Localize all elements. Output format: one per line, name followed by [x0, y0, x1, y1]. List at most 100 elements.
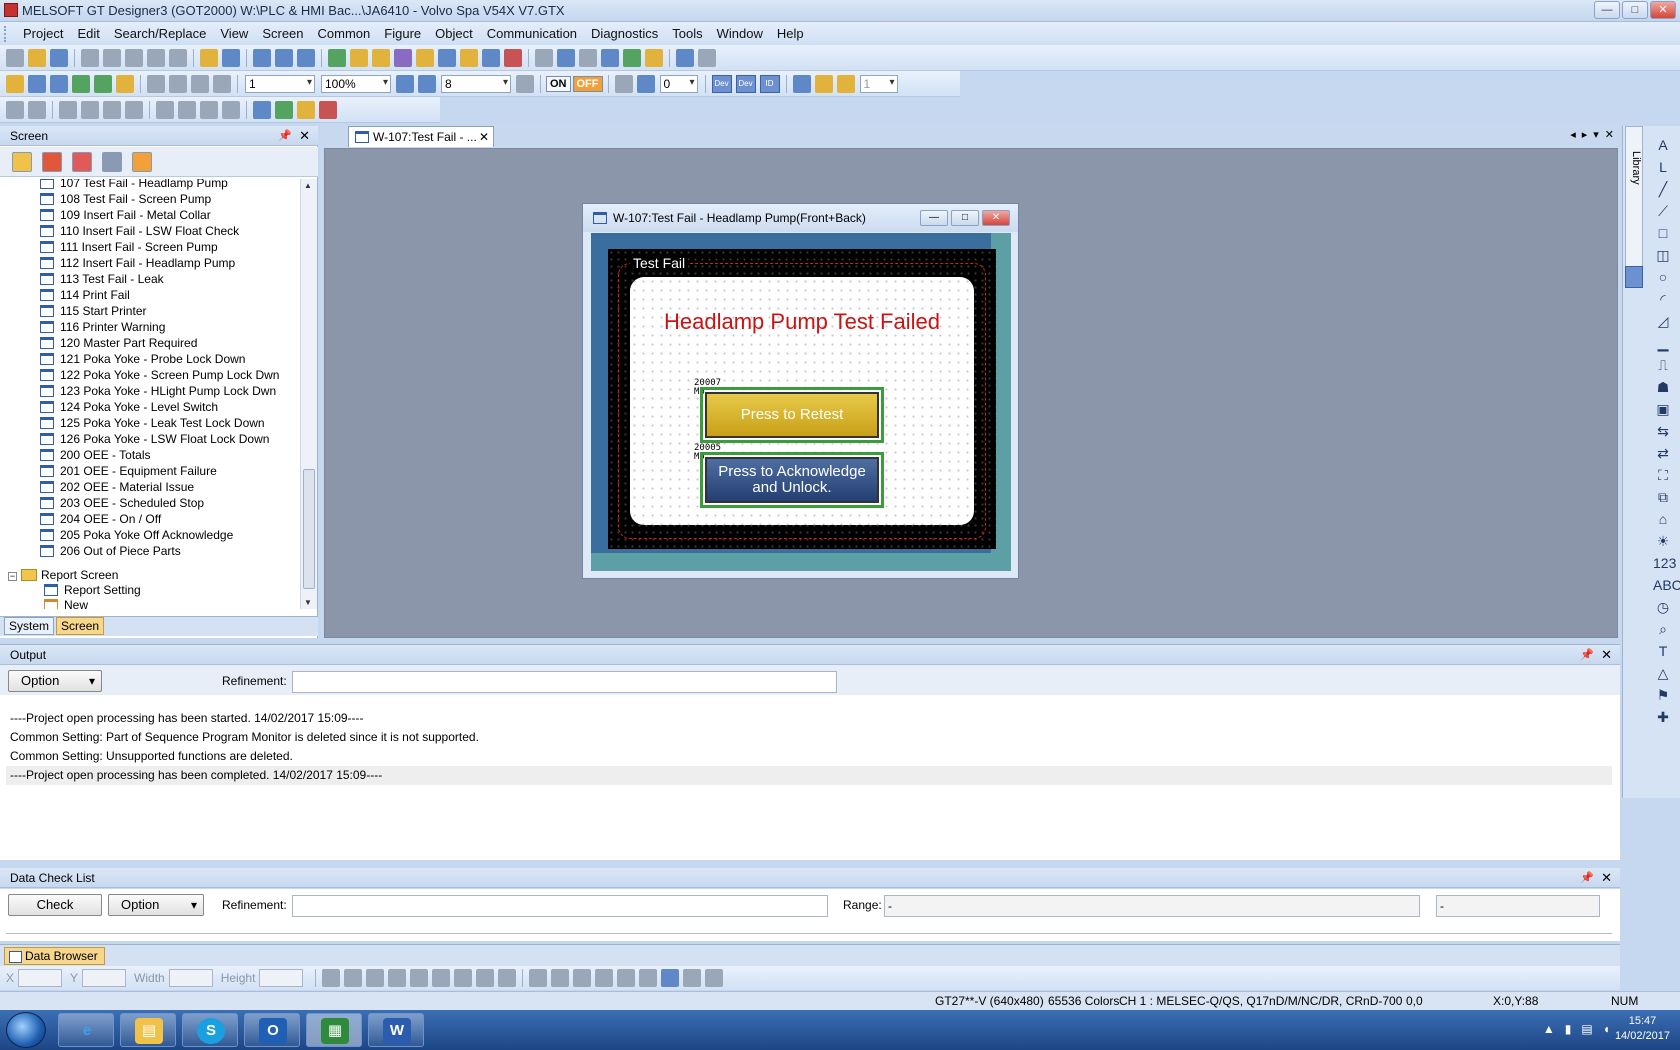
tray-power-icon[interactable]: ▮	[1565, 1022, 1572, 1036]
close-tab-icon[interactable]: ✕	[479, 127, 489, 147]
figure-tool-icon[interactable]: ◜	[1653, 290, 1673, 308]
tab-left-icon[interactable]: ◂	[1570, 128, 1576, 141]
figure-tool-icon[interactable]: □	[1653, 224, 1673, 242]
new-screen-icon[interactable]	[6, 74, 24, 93]
tab-right-icon[interactable]: ▸	[1582, 128, 1588, 141]
line-color-icon[interactable]	[147, 74, 165, 93]
screen-image-list-icon[interactable]	[72, 151, 92, 172]
check-icon[interactable]	[504, 48, 522, 67]
delete-screen-icon[interactable]	[42, 151, 62, 172]
tree-item-screen[interactable]: 124 Poka Yoke - Level Switch	[40, 399, 218, 415]
figure-tool-icon[interactable]: 123	[1653, 554, 1676, 572]
text-size-icon[interactable]	[676, 48, 694, 67]
rotate-icon[interactable]	[59, 100, 77, 119]
figure-tool-icon[interactable]: ◷	[1653, 598, 1673, 616]
copy-icon[interactable]	[103, 48, 121, 67]
save-icon[interactable]	[50, 48, 68, 67]
open-screen-icon[interactable]	[12, 151, 32, 172]
layer-back-icon[interactable]	[814, 74, 833, 93]
figure-tool-icon[interactable]: ▁	[1653, 334, 1673, 352]
close-icon[interactable]: ✕	[299, 126, 310, 146]
figure-tool-icon[interactable]: ⇆	[1653, 422, 1673, 440]
zoom-select[interactable]: 100%	[321, 74, 391, 93]
strike-text-icon[interactable]	[705, 969, 724, 987]
search-icon[interactable]	[416, 48, 434, 67]
height-field[interactable]: Height	[221, 969, 304, 987]
line-weight-icon[interactable]	[551, 969, 570, 987]
screen-image-icon[interactable]	[50, 74, 68, 93]
grid-display-icon[interactable]	[516, 74, 534, 93]
align-bottom-icon[interactable]	[432, 969, 451, 987]
distribute-v-icon[interactable]	[476, 969, 495, 987]
tree-item-screen[interactable]: 126 Poka Yoke - LSW Float Lock Down	[40, 431, 269, 447]
data-check-option-button[interactable]: Option	[108, 894, 204, 916]
start-button[interactable]	[6, 1012, 46, 1048]
tree-item-screen[interactable]: 109 Insert Fail - Metal Collar	[40, 207, 211, 223]
pointer-icon[interactable]	[253, 100, 271, 119]
output-option-button[interactable]: Option	[8, 670, 102, 692]
tree-item-screen[interactable]: 205 Poka Yoke Off Acknowledge	[40, 527, 233, 543]
x-field[interactable]: X	[6, 969, 63, 987]
data-check-close-icon[interactable]: ✕	[1601, 868, 1612, 888]
abc-icon[interactable]	[698, 48, 716, 67]
preview-icon[interactable]	[116, 74, 134, 93]
library-active-icon[interactable]	[1625, 266, 1643, 288]
flip-icon[interactable]	[81, 100, 99, 119]
tree-item-screen[interactable]: 107 Test Fail - Headlamp Pump	[40, 179, 228, 191]
grid-size-select[interactable]: 8	[441, 74, 511, 93]
ruler-icon[interactable]	[222, 100, 240, 119]
open-icon[interactable]	[28, 48, 46, 67]
figure-tool-icon[interactable]: ✚	[1653, 708, 1673, 726]
font-color-icon[interactable]	[661, 969, 680, 987]
screen-number-select[interactable]: 1	[245, 74, 315, 93]
paste-icon[interactable]	[125, 48, 143, 67]
menu-help[interactable]: Help	[770, 26, 811, 41]
figure-tool-icon[interactable]: ⛶	[1653, 466, 1673, 484]
undo-icon[interactable]	[147, 48, 165, 67]
figure-tool-icon[interactable]: △	[1653, 664, 1673, 682]
shape-fill-icon[interactable]	[595, 969, 614, 987]
library-icon[interactable]	[460, 48, 478, 67]
output-refinement-input[interactable]	[292, 671, 837, 693]
cut-icon[interactable]	[81, 48, 99, 67]
screen-view-icon[interactable]	[253, 48, 271, 67]
document-tab[interactable]: W-107:Test Fail - ... ✕	[348, 126, 494, 147]
tab-system[interactable]: System	[4, 617, 55, 635]
tree-item-screen[interactable]: 121 Poka Yoke - Probe Lock Down	[40, 351, 245, 367]
failure-heading[interactable]: Headlamp Pump Test Failed	[630, 309, 974, 335]
property-sheet-icon[interactable]	[350, 48, 368, 67]
window-view-icon[interactable]	[275, 48, 293, 67]
menu-window[interactable]: Window	[710, 26, 770, 41]
figure-tool-icon[interactable]: ⌂	[1653, 510, 1673, 528]
close-button[interactable]: ✕	[1650, 1, 1676, 19]
taskbar-outlook[interactable]: O	[244, 1013, 300, 1047]
menu-screen[interactable]: Screen	[255, 26, 310, 41]
tab-screen[interactable]: Screen	[56, 617, 105, 635]
overlap-view-icon[interactable]	[297, 48, 315, 67]
data-check-pin-icon[interactable]: 📌	[1580, 868, 1594, 888]
previous-screen-icon[interactable]	[72, 74, 90, 93]
tray-network-icon[interactable]: ▤	[1581, 1022, 1592, 1036]
figure-tool-icon[interactable]: ⧉	[1653, 488, 1673, 506]
taskbar-file-explorer[interactable]: ▤	[120, 1013, 176, 1047]
child-maximize-button[interactable]: □	[951, 210, 979, 226]
select-pointer-icon[interactable]	[200, 48, 218, 67]
bring-front-icon[interactable]	[103, 100, 121, 119]
library-tab[interactable]: Library	[1625, 126, 1643, 286]
layer-front-icon[interactable]	[792, 74, 811, 93]
write-icon[interactable]	[601, 48, 619, 67]
width-field[interactable]: Width	[134, 969, 213, 987]
hmi-screen[interactable]: Test Fail Headlamp Pump Test Failed 2000…	[591, 233, 1011, 571]
menu-view[interactable]: View	[213, 26, 255, 41]
message-panel[interactable]: Headlamp Pump Test Failed 20007 M6 Press…	[630, 277, 974, 525]
check-button[interactable]: Check	[8, 894, 102, 916]
distribute-h-icon[interactable]	[454, 969, 473, 987]
tree-item-screen[interactable]: 115 Start Printer	[40, 303, 146, 319]
tree-scrollbar[interactable]: ▲ ▼	[300, 179, 317, 609]
child-close-button[interactable]: ✕	[982, 210, 1010, 226]
menu-common[interactable]: Common	[311, 26, 378, 41]
tree-item-screen[interactable]: 125 Poka Yoke - Leak Test Lock Down	[40, 415, 265, 431]
select-tool-icon[interactable]	[297, 100, 315, 119]
tree-item-screen[interactable]: 116 Printer Warning	[40, 319, 165, 335]
layer-both-icon[interactable]	[836, 74, 855, 93]
